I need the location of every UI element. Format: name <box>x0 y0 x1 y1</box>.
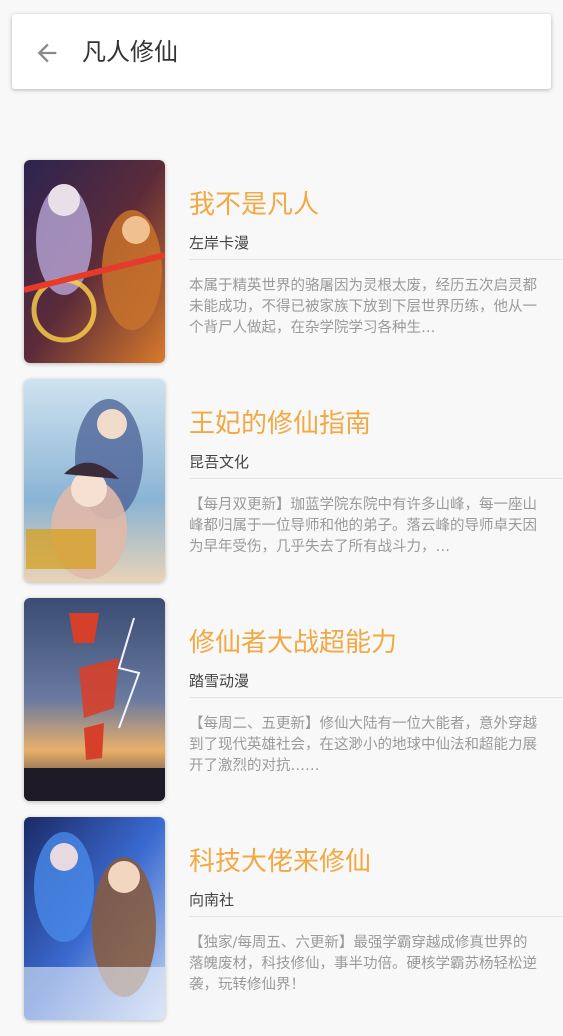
comic-author: 昆吾文化 <box>189 453 250 471</box>
comic-cover[interactable] <box>24 817 165 1020</box>
search-results-list: 我不是凡人 左岸卡漫 本属于精英世界的骆屠因为灵根太废，经历五次启灵都未能成功，… <box>0 160 563 1036</box>
comic-description: 本属于精英世界的骆屠因为灵根太废，经历五次启灵都未能成功，不得已被家族下放到下层… <box>189 278 537 336</box>
comic-title[interactable]: 王妃的修仙指南 <box>189 403 371 440</box>
search-bar: 凡人修仙 <box>12 14 551 89</box>
comic-author: 左岸卡漫 <box>189 234 250 252</box>
comic-cover[interactable] <box>24 598 165 801</box>
result-item[interactable]: 修仙者大战超能力 踏雪动漫 【每周二、五更新】修仙大陆有一位大能者，意外穿越到了… <box>0 598 563 817</box>
comic-description: 【每月双更新】珈蓝学院东院中有许多山峰，每一座山峰都归属于一位导师和他的弟子。落… <box>189 497 537 555</box>
comic-description: 【独家/每周五、六更新】最强学霸穿越成修真世界的落魄废材，科技修仙，事半功倍。硬… <box>189 935 537 993</box>
comic-description: 【每周二、五更新】修仙大陆有一位大能者，意外穿越到了现代英雄社会，在这渺小的地球… <box>189 716 537 774</box>
divider <box>189 697 563 698</box>
search-query-text[interactable]: 凡人修仙 <box>82 34 178 70</box>
result-item[interactable]: 我不是凡人 左岸卡漫 本属于精英世界的骆屠因为灵根太废，经历五次启灵都未能成功，… <box>0 160 563 379</box>
comic-author: 向南社 <box>189 891 235 909</box>
arrow-left-icon <box>37 43 57 63</box>
divider <box>189 478 563 479</box>
comic-title[interactable]: 修仙者大战超能力 <box>189 622 397 659</box>
comic-cover[interactable] <box>24 160 165 363</box>
divider <box>189 259 563 260</box>
back-button[interactable] <box>32 38 62 68</box>
divider <box>189 916 563 917</box>
result-item[interactable]: 科技大佬来修仙 向南社 【独家/每周五、六更新】最强学霸穿越成修真世界的落魄废材… <box>0 817 563 1036</box>
comic-title[interactable]: 科技大佬来修仙 <box>189 841 371 878</box>
result-item[interactable]: 王妃的修仙指南 昆吾文化 【每月双更新】珈蓝学院东院中有许多山峰，每一座山峰都归… <box>0 379 563 598</box>
comic-author: 踏雪动漫 <box>189 672 250 690</box>
comic-cover[interactable] <box>24 379 165 582</box>
comic-title[interactable]: 我不是凡人 <box>189 184 319 221</box>
